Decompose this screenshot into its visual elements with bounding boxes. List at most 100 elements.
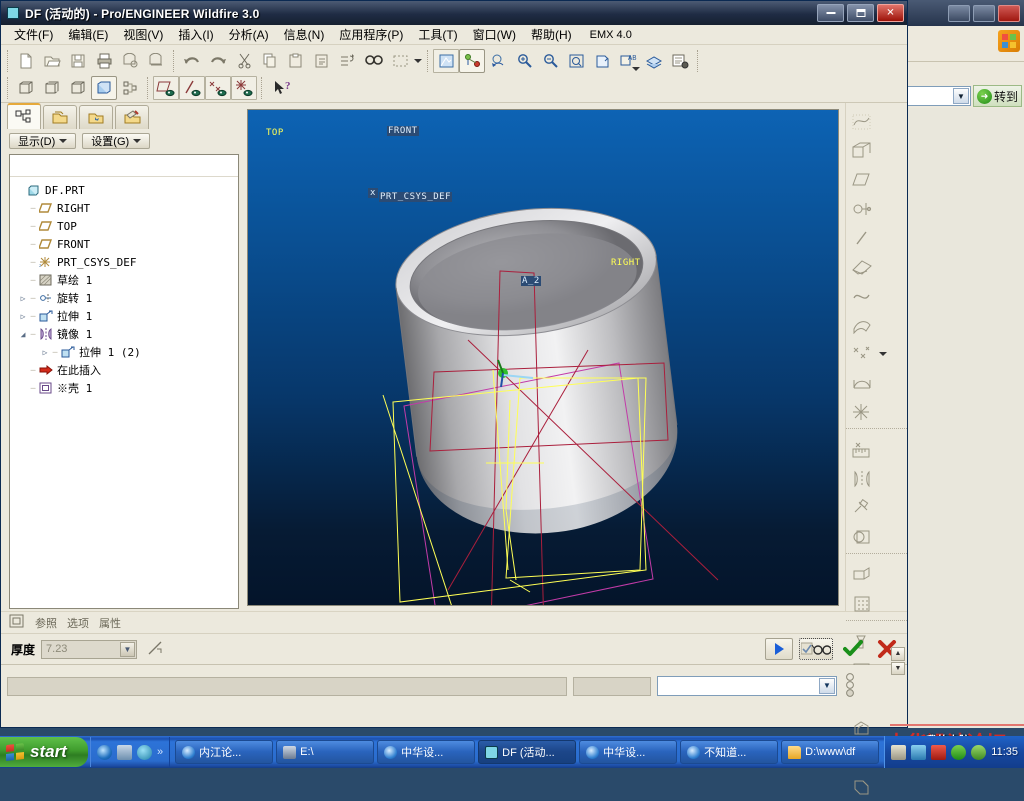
datum-plane-icon[interactable]: [153, 76, 179, 100]
spinner-down[interactable]: ▼: [891, 662, 905, 676]
favorites-tab[interactable]: [115, 105, 149, 129]
repaint-icon[interactable]: [433, 49, 459, 73]
chevron-down-icon[interactable]: [877, 339, 889, 368]
reorient-icon[interactable]: [485, 49, 511, 73]
model-tree-tab[interactable]: [7, 103, 41, 129]
zoom-in-icon[interactable]: [511, 49, 537, 73]
taskbar-item-zhonghua-2[interactable]: 中华设...: [579, 740, 677, 764]
model-tree[interactable]: DF.PRT ─ RIGHT ─ TOP: [9, 154, 239, 609]
reference-chain-icon[interactable]: [846, 493, 877, 522]
datum-label-top[interactable]: TOP: [266, 128, 284, 138]
named-view-icon[interactable]: AB: [615, 49, 641, 73]
bg-close-button[interactable]: [998, 5, 1020, 22]
accept-button[interactable]: [839, 638, 867, 660]
taskbar-item-neijiang[interactable]: 内江论...: [175, 740, 273, 764]
tree-item-extrude-1[interactable]: ▷ ─ 拉伸 1: [16, 307, 238, 325]
shading-icon[interactable]: [91, 76, 117, 100]
appearance-icon[interactable]: [641, 49, 667, 73]
tree-settings-button[interactable]: 设置(G): [82, 133, 150, 149]
folder-browser-tab[interactable]: [79, 105, 113, 129]
chamfer-tool-icon[interactable]: [846, 772, 877, 801]
layer-icon[interactable]: [589, 49, 615, 73]
menu-info[interactable]: 信息(N): [277, 24, 332, 45]
dashboard-tabs[interactable]: 参照 选项 属性: [1, 611, 907, 633]
background-browser-window[interactable]: ▼ ➜ 转到: [900, 0, 1024, 728]
boundary-blend-icon[interactable]: [846, 368, 877, 397]
go-button[interactable]: ➜ 转到: [973, 85, 1022, 107]
menu-applications[interactable]: 应用程序(P): [332, 24, 410, 45]
menu-view[interactable]: 视图(V): [116, 24, 170, 45]
media-player-icon[interactable]: [117, 745, 132, 760]
selection-filter-icon[interactable]: [843, 672, 857, 701]
curve-tool-icon[interactable]: [846, 281, 877, 310]
tree-expander[interactable]: ▷: [18, 294, 28, 303]
find-icon[interactable]: [361, 49, 387, 73]
menu-analysis[interactable]: 分析(A): [222, 24, 276, 45]
flip-thickness-icon[interactable]: [147, 640, 165, 659]
wireframe-icon[interactable]: [13, 76, 39, 100]
shield-icon[interactable]: [951, 745, 966, 760]
taskbar-item-zhonghua-1[interactable]: 中华设...: [377, 740, 475, 764]
taskbar-item-proe-df[interactable]: DF (活动...: [478, 740, 576, 764]
volume-icon[interactable]: [971, 745, 986, 760]
blend-tool-icon[interactable]: [846, 310, 877, 339]
datum-csys-icon[interactable]: [231, 76, 257, 100]
taskbar-item-drive-e[interactable]: E:\: [276, 740, 374, 764]
refit-icon[interactable]: [563, 49, 589, 73]
tree-item-top[interactable]: ─ TOP: [16, 217, 238, 235]
model-tree-tabs[interactable]: [1, 103, 247, 129]
thickness-input[interactable]: 7.23 ▼: [41, 640, 137, 659]
fill-pattern-icon[interactable]: [846, 589, 877, 618]
menu-help[interactable]: 帮助(H): [524, 24, 579, 45]
new-file-icon[interactable]: [13, 49, 39, 73]
quick-launch-overflow-icon[interactable]: »: [157, 746, 163, 758]
menubar[interactable]: 文件(F) 编辑(E) 视图(V) 插入(I) 分析(A) 信息(N) 应用程序…: [1, 25, 907, 45]
green-globe-icon[interactable]: [137, 745, 152, 760]
chevron-down-icon[interactable]: ▼: [120, 642, 135, 657]
extrude-tool-icon[interactable]: [846, 136, 877, 165]
status-combo[interactable]: ▼: [657, 676, 837, 696]
revolve-tool-icon[interactable]: [846, 194, 877, 223]
no-hidden-icon[interactable]: [65, 76, 91, 100]
tree-item-revolve-1[interactable]: ▷ ─ 旋转 1: [16, 289, 238, 307]
regenerate-icon[interactable]: [335, 49, 361, 73]
chevron-down-icon[interactable]: [413, 49, 423, 73]
datum-label-axis-a2[interactable]: A_2: [521, 276, 541, 286]
tree-item-insert-here[interactable]: ─ 在此插入: [16, 361, 238, 379]
model-tree-icon[interactable]: [117, 76, 143, 100]
start-button[interactable]: start: [0, 737, 88, 767]
tree-item-shell-1[interactable]: ─ ※壳 1: [16, 379, 238, 397]
layer-tree-tab[interactable]: [43, 105, 77, 129]
tree-show-button[interactable]: 显示(D): [9, 133, 76, 149]
tree-item-front[interactable]: ─ FRONT: [16, 235, 238, 253]
feature-toolbar[interactable]: [845, 103, 907, 611]
bg-restore-button[interactable]: [973, 5, 995, 22]
tree-item-right[interactable]: ─ RIGHT: [16, 199, 238, 217]
spinner-up[interactable]: ▲: [891, 647, 905, 661]
taskbar-item-buzhidao[interactable]: 不知道...: [680, 740, 778, 764]
tree-item-mirror-1[interactable]: ◢ ─ 镜像 1: [16, 325, 238, 343]
datum-csys-tool-icon[interactable]: [846, 397, 877, 426]
redo-icon[interactable]: [205, 49, 231, 73]
select-items-icon[interactable]: [387, 49, 413, 73]
ie-icon[interactable]: [97, 745, 112, 760]
save-icon[interactable]: [65, 49, 91, 73]
menu-insert[interactable]: 插入(I): [171, 24, 220, 45]
mail-icon[interactable]: [117, 49, 143, 73]
dash-tab-options[interactable]: 选项: [67, 615, 89, 631]
datum-label-right[interactable]: RIGHT: [611, 258, 641, 268]
sketch-curve-icon[interactable]: [846, 107, 877, 136]
copy-icon[interactable]: [257, 49, 283, 73]
tree-item-extrude-1-2[interactable]: ▷ ─ 拉伸 1 (2): [16, 343, 238, 361]
quick-launch-bar[interactable]: »: [90, 737, 170, 767]
resume-button[interactable]: [765, 638, 793, 660]
chevron-down-icon[interactable]: ▼: [819, 678, 835, 694]
network-icon[interactable]: [911, 745, 926, 760]
chevron-down-icon[interactable]: ▼: [953, 88, 969, 104]
pattern-group-icon[interactable]: [846, 522, 877, 551]
close-button[interactable]: ✕: [877, 4, 904, 22]
menu-edit[interactable]: 编辑(E): [61, 24, 115, 45]
menu-window[interactable]: 窗口(W): [466, 24, 523, 45]
spin-center-icon[interactable]: [459, 49, 485, 73]
print-icon[interactable]: [91, 49, 117, 73]
